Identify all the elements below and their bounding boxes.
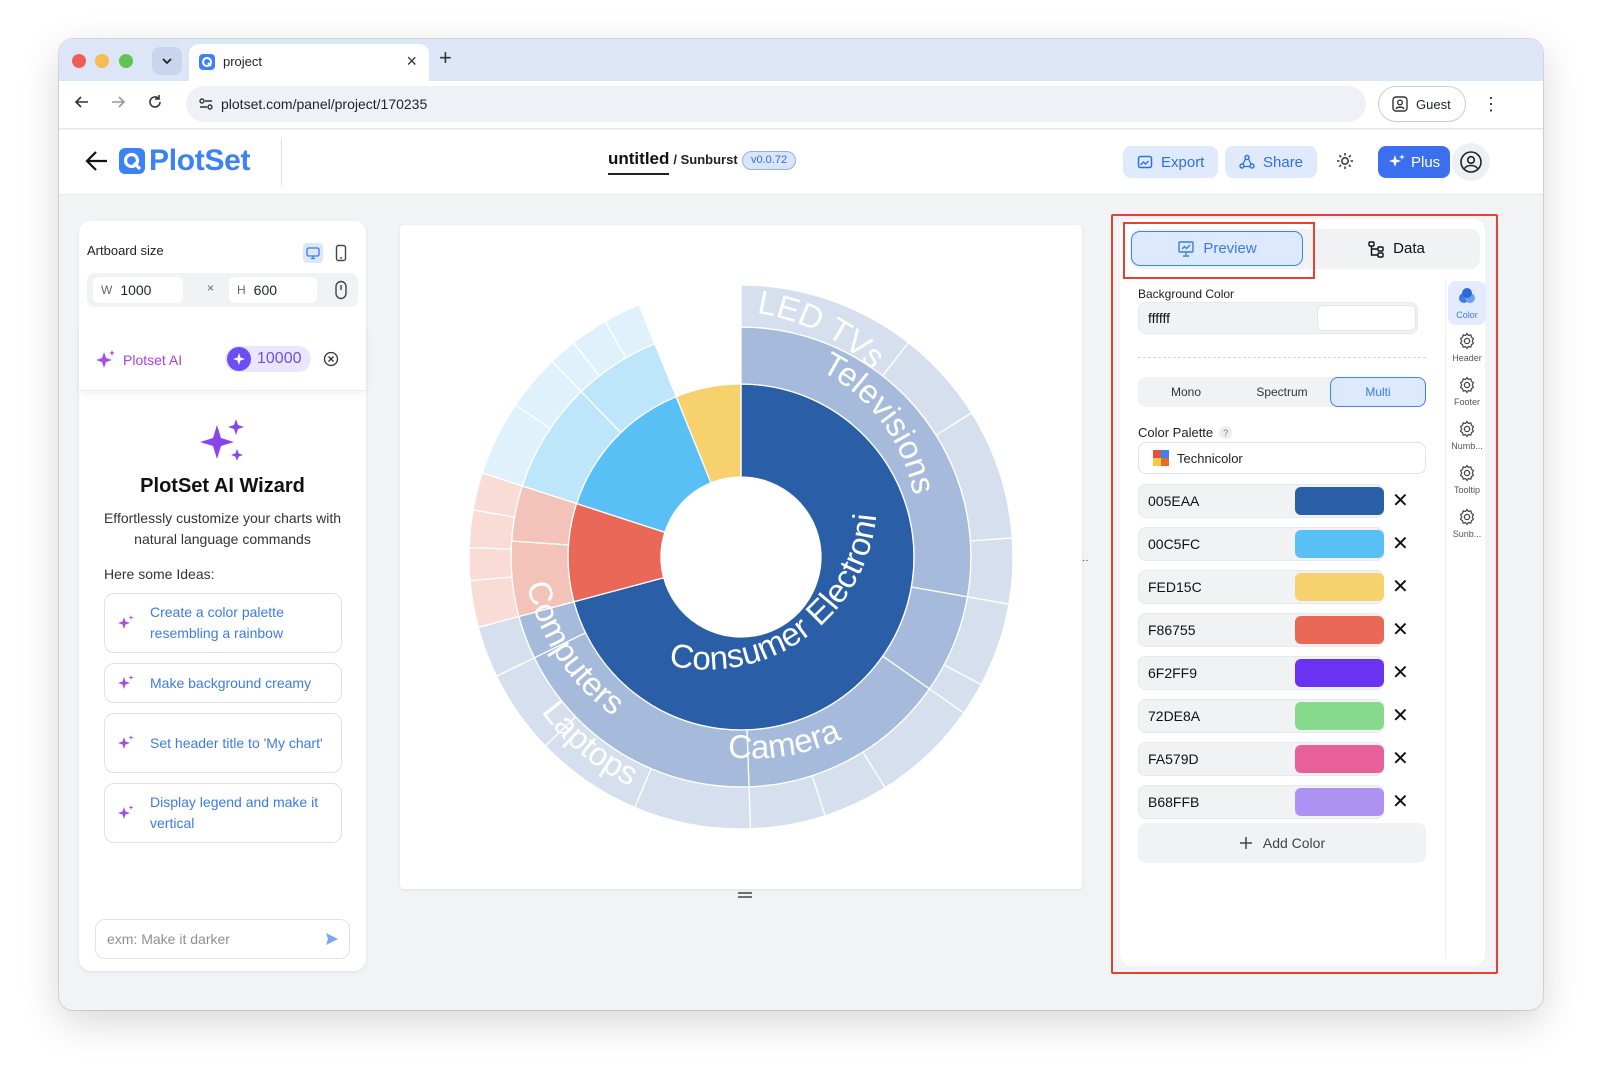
user-circle-icon [1460,151,1482,173]
share-button[interactable]: Share [1225,146,1318,178]
project-title-area: untitled / Sunburst [608,149,738,175]
close-window-button[interactable] [72,54,86,68]
browser-tab[interactable]: project × [189,44,429,81]
export-image-icon [1137,155,1153,169]
url-text: plotset.com/panel/project/170235 [221,96,428,112]
maximize-window-button[interactable] [119,54,133,68]
idea-text: Display legend and make it vertical [150,794,319,831]
project-name[interactable]: untitled [608,149,670,175]
idea-card-header[interactable]: Set header title to 'My chart' [104,713,342,773]
width-value: 1000 [120,282,152,298]
credit-sparkle-icon [227,347,251,371]
plotset-logo-icon [119,148,145,174]
sparkle-icon [118,805,134,819]
share-label: Share [1263,153,1304,171]
wizard-sparkle-icon [200,419,244,461]
close-circle-icon[interactable] [323,351,339,367]
minimize-window-button[interactable] [95,54,109,68]
times-sign: × [207,281,215,295]
sunburst-segment[interactable] [966,537,1014,605]
person-icon [1392,96,1408,112]
prompt-placeholder: exm: Make it darker [107,931,230,947]
height-field[interactable]: H 600 [229,277,317,303]
ai-credits-badge: 10000 [225,346,311,372]
address-bar[interactable]: plotset.com/panel/project/170235 [186,86,1366,122]
logo-text: PlotSet [149,144,251,177]
highlight-settings-panel [1111,214,1498,974]
mobile-size-icon[interactable] [331,243,351,263]
ai-wizard-panel: Artboard size W 1000 × H 600 Plotset AI [79,221,366,971]
browser-toolbar: plotset.com/panel/project/170235 Guest ⋮ [59,81,1543,129]
side-resize-handle[interactable]: ·· [1082,555,1089,566]
tab-title: project [223,54,263,69]
send-icon[interactable] [325,932,339,946]
guest-profile-button[interactable]: Guest [1378,86,1466,122]
height-label: H [237,283,246,297]
plus-upgrade-button[interactable]: Plus [1378,146,1451,178]
user-avatar-button[interactable] [1452,143,1490,181]
sunburst-segment[interactable] [468,546,513,582]
browser-window: project × + plotset.com/panel/project/17… [59,39,1543,1010]
browser-menu-icon[interactable]: ⋮ [1482,93,1500,115]
version-badge: v0.0.72 [742,151,797,170]
chart-canvas[interactable]: LED TVs Televisions Computers Laptops Ca… [400,225,1089,898]
ai-prompt-input[interactable]: exm: Make it darker [95,919,350,959]
highlight-preview-tab [1123,222,1315,279]
new-tab-button[interactable]: + [439,45,452,71]
tab-strip: project × + [59,39,1543,81]
width-label: W [101,283,113,297]
guest-label: Guest [1416,96,1451,112]
header-divider [281,138,282,186]
plotset-favicon-icon [199,54,215,70]
sunburst-chart[interactable]: LED TVs Televisions Computers Laptops Ca… [400,225,1082,889]
height-value: 600 [253,282,278,298]
desktop-size-button[interactable] [303,243,323,263]
width-field[interactable]: W 1000 [93,277,183,303]
chart-type-label: / Sunburst [673,152,738,167]
idea-card-rainbow[interactable]: Create a color palette resembling a rain… [104,593,342,653]
wizard-subtitle: Effortlessly customize your charts with … [103,510,342,547]
artboard-size-box: W 1000 × H 600 [87,273,358,307]
wizard-title: PlotSet AI Wizard [140,475,305,497]
idea-text: Make background creamy [150,674,312,691]
sparkle-icon [118,615,134,629]
site-settings-icon[interactable] [198,96,214,112]
plotset-ai-title: Plotset AI [95,349,182,371]
aspect-lock-icon[interactable] [334,280,348,300]
export-label: Export [1161,153,1205,171]
plotset-logo[interactable]: PlotSet [119,144,251,178]
idea-text: Create a color palette resembling a rain… [150,604,284,641]
artboard-size-label: Artboard size [87,243,164,258]
idea-card-legend[interactable]: Display legend and make it vertical [104,783,342,843]
plus-label: Plus [1411,153,1441,171]
resize-handle-icon[interactable] [738,891,752,899]
plotset-ai-label: Plotset AI [123,352,183,368]
ideas-label: Here some Ideas: [104,566,215,582]
theme-toggle-sun-icon[interactable] [1336,152,1354,170]
export-button[interactable]: Export [1123,146,1219,178]
close-tab-icon[interactable]: × [406,50,417,72]
back-nav-icon[interactable] [74,94,90,110]
sparkle-icon [118,675,134,689]
tab-search-button[interactable] [152,47,182,75]
reload-icon[interactable] [147,94,163,110]
back-arrow-icon[interactable] [85,150,109,172]
plotset-ai-row: Plotset AI 10000 [79,325,366,391]
sparkle-icon [96,350,115,368]
app-header: PlotSet untitled / Sunburst v0.0.72 Expo… [59,130,1543,195]
share-icon [1239,154,1255,169]
sparkle-icon [118,735,134,749]
monitor-icon [306,247,320,260]
credits-value: 10000 [257,350,302,367]
idea-card-creamy[interactable]: Make background creamy [104,663,342,703]
forward-nav-icon[interactable] [110,94,126,110]
idea-text: Set header title to 'My chart' [150,734,323,751]
chevron-down-icon [162,58,172,65]
sparkle-icon [1389,154,1405,167]
